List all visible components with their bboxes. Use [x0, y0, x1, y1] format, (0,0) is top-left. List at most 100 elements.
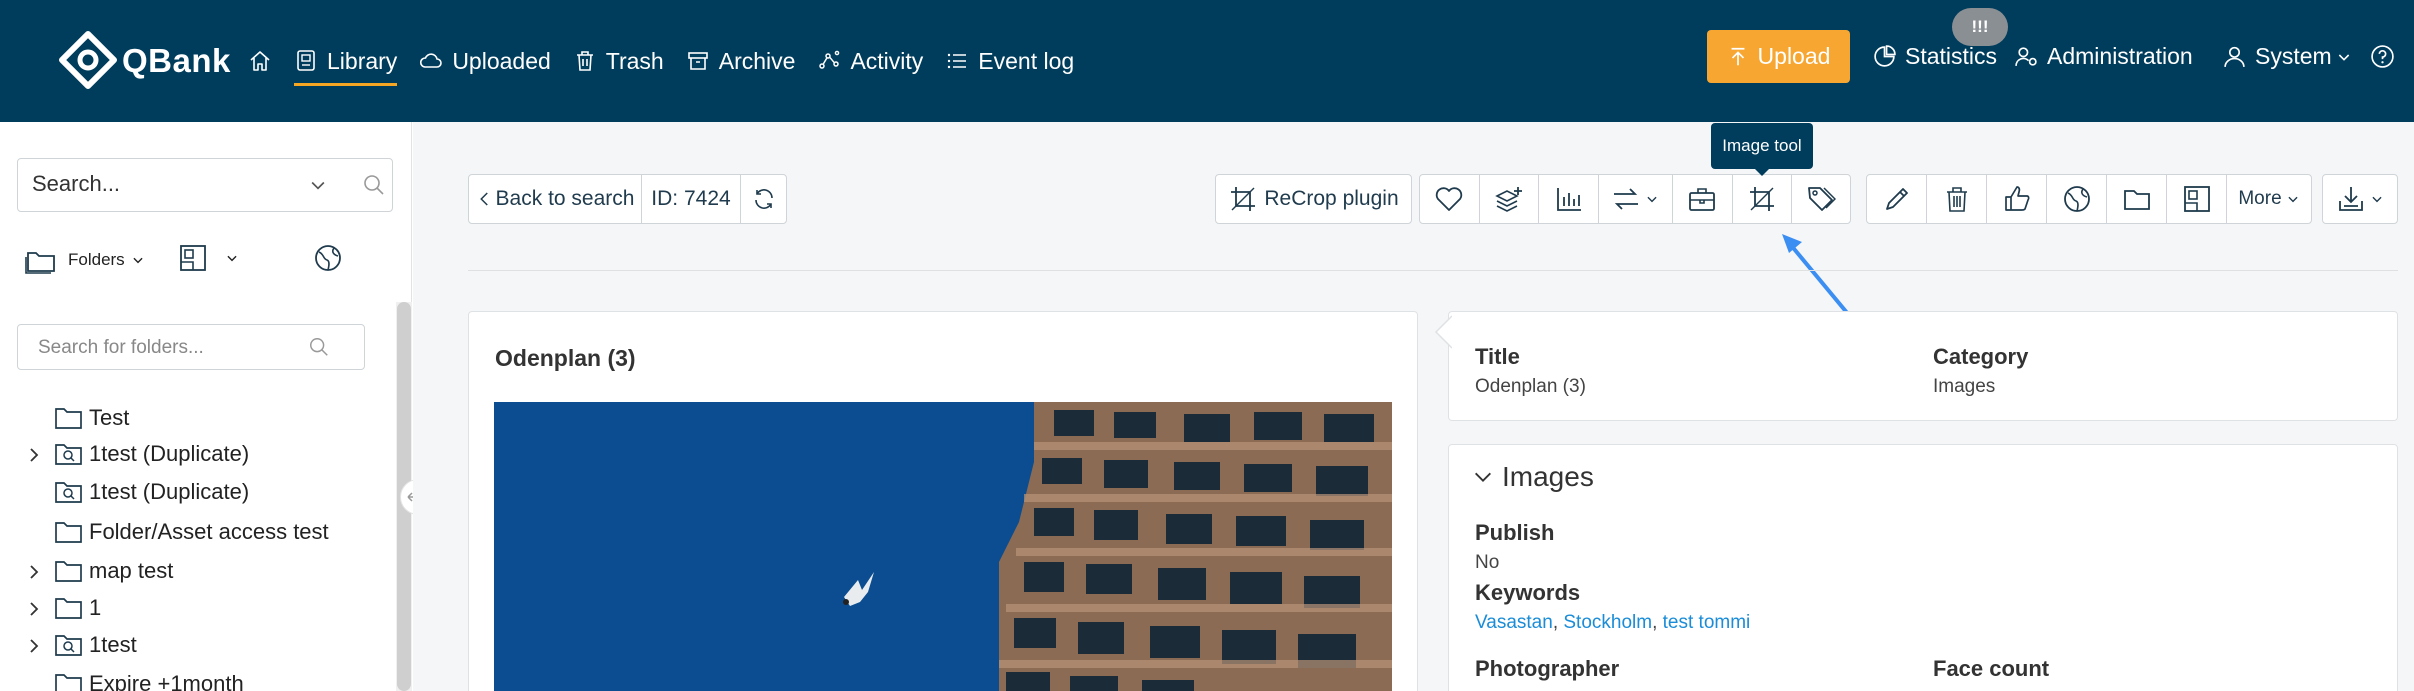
briefcase-icon: [1689, 188, 1716, 211]
back-to-search-label: Back to search: [495, 187, 635, 210]
folder-search-input[interactable]: Search for folders...: [17, 324, 365, 370]
upload-label: Upload: [1757, 43, 1831, 69]
library-icon: [297, 50, 315, 71]
smart-folder-icon: [55, 482, 82, 503]
upload-icon: [1731, 47, 1744, 65]
edit-button[interactable]: [1867, 175, 1927, 223]
keyword-link[interactable]: test tommi: [1663, 612, 1751, 633]
recrop-plugin-button[interactable]: ReCrop plugin: [1216, 175, 1411, 223]
globe-icon[interactable]: [314, 244, 342, 272]
more-dropdown-button[interactable]: More: [2227, 175, 2311, 223]
help-button[interactable]: [2370, 30, 2403, 83]
nav-event-log[interactable]: Event log: [945, 30, 1074, 92]
toolbar-divider: [468, 270, 2398, 271]
tree-item-label: 1: [89, 595, 102, 620]
recrop-toolbar: ReCrop plugin: [1215, 174, 1412, 224]
nav-home[interactable]: [248, 30, 272, 92]
download-dropdown-button[interactable]: [2323, 175, 2397, 223]
smart-folder-icon: [55, 444, 82, 465]
upload-button[interactable]: Upload: [1707, 30, 1850, 83]
folder-icon: [55, 674, 82, 691]
brand-name: QBank: [122, 42, 231, 79]
keyword-link[interactable]: Vasastan: [1475, 612, 1553, 633]
statistics-button[interactable]: [1539, 175, 1600, 223]
thumbs-up-icon: [2004, 186, 2029, 211]
user-menu[interactable]: System: [2222, 30, 2352, 83]
main-nav: Library Uploaded Trash Archive Activity …: [248, 30, 1096, 92]
add-to-moodboard-button[interactable]: [1480, 175, 1540, 223]
tag-icon: [1808, 187, 1837, 211]
crop-icon: [1231, 187, 1256, 211]
admin-users-icon: [2015, 47, 2037, 66]
nav-library[interactable]: Library: [294, 30, 398, 92]
nav-statistics[interactable]: Statistics: [1872, 30, 1997, 83]
qbank-logo[interactable]: QBank: [58, 30, 231, 92]
list-icon: [948, 53, 967, 69]
qbank-logo-icon: [59, 31, 117, 89]
swap-arrows-icon: [1614, 188, 1639, 210]
nav-event-log-label: Event log: [978, 47, 1075, 74]
refresh-icon: [754, 189, 773, 209]
tags-button[interactable]: [1792, 175, 1850, 223]
search-input[interactable]: Search...: [17, 158, 393, 212]
layers-add-icon: [1495, 187, 1523, 212]
chevron-down-icon[interactable]: [308, 175, 328, 195]
face-count-label: Face count: [1933, 656, 2050, 681]
back-to-search-button[interactable]: Back to search: [469, 175, 642, 223]
top-navigation-bar: QBank Library Uploaded Trash Archive Act…: [0, 0, 2414, 122]
favorite-button[interactable]: [1420, 175, 1480, 223]
chevron-right-icon[interactable]: [26, 447, 42, 463]
nav-trash[interactable]: Trash: [573, 30, 664, 92]
nav-archive[interactable]: Archive: [686, 30, 795, 92]
nav-administration-label: Administration: [2047, 43, 2193, 69]
more-label: More: [2238, 188, 2282, 209]
publish-button[interactable]: [2047, 175, 2107, 223]
nav-activity[interactable]: Activity: [817, 30, 923, 92]
keyword-link[interactable]: Stockholm: [1563, 612, 1652, 633]
download-icon: [2339, 187, 2363, 211]
toolbox-button[interactable]: [1673, 175, 1733, 223]
activity-icon: [819, 50, 840, 69]
search-icon[interactable]: [362, 173, 386, 197]
refresh-button[interactable]: [741, 175, 786, 223]
nav-administration[interactable]: Administration: [2014, 30, 2193, 83]
images-section-toggle[interactable]: Images: [1472, 461, 1594, 493]
image-tool-button[interactable]: [1733, 175, 1793, 223]
layout-button[interactable]: [2167, 175, 2227, 223]
chevron-down-icon: [1647, 196, 1658, 203]
layout-icon: [2183, 186, 2210, 212]
folders-dropdown[interactable]: Folders: [24, 245, 153, 275]
layout-icon: [180, 245, 206, 271]
asset-id: ID: 7424: [642, 175, 741, 223]
chevron-down-icon: [2372, 196, 2382, 203]
approve-button[interactable]: [1987, 175, 2047, 223]
folder-icon: [55, 561, 82, 582]
convert-dropdown-button[interactable]: [1599, 175, 1673, 223]
search-icon[interactable]: [308, 336, 330, 358]
title-value: Odenplan (3): [1475, 376, 1586, 397]
crop-icon: [1749, 187, 1774, 211]
building-photo: [494, 402, 1392, 691]
tree-item-label: map test: [89, 558, 174, 583]
chevron-right-icon[interactable]: [26, 601, 42, 617]
tree-item-label: 1test: [89, 632, 137, 657]
nav-activity-label: Activity: [850, 47, 924, 74]
folders-label: Folders: [68, 250, 125, 269]
images-section-label: Images: [1502, 461, 1594, 492]
nav-trash-label: Trash: [605, 47, 664, 74]
keywords-list: Vasastan, Stockholm, test tommi: [1475, 612, 1751, 633]
chevron-right-icon[interactable]: [26, 638, 42, 654]
chevron-down-icon: [2288, 196, 2298, 203]
chevron-right-icon[interactable]: [26, 564, 42, 580]
delete-button[interactable]: [1927, 175, 1987, 223]
nav-uploaded[interactable]: Uploaded: [419, 30, 551, 92]
asset-edit-toolbar: More: [1866, 174, 2312, 224]
move-to-folder-button[interactable]: [2107, 175, 2167, 223]
pie-chart-icon: [1874, 45, 1896, 67]
home-icon: [250, 51, 270, 71]
asset-preview-image[interactable]: [494, 402, 1392, 691]
chevron-down-icon: [1475, 472, 1491, 482]
view-mode-dropdown[interactable]: [179, 244, 239, 272]
title-label: Title: [1475, 344, 1520, 369]
nav-library-label: Library: [327, 47, 398, 74]
